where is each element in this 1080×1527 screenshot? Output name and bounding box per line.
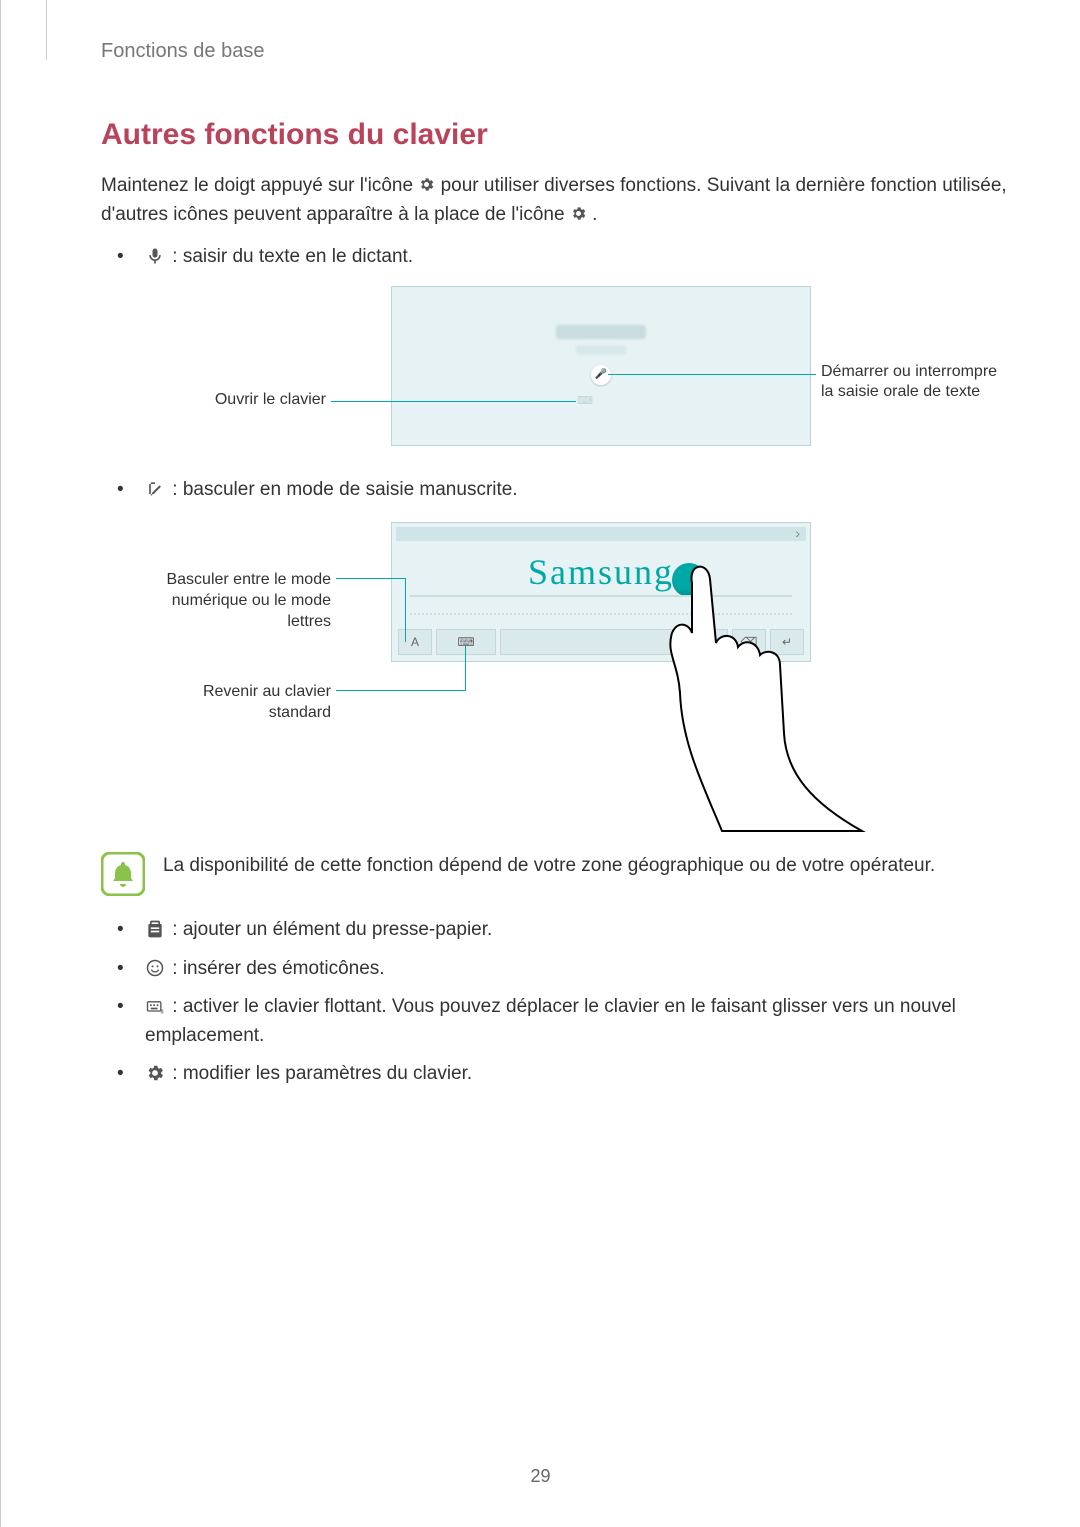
bullet-clip-text: : ajouter un élément du presse-papier. xyxy=(167,919,492,940)
page-number: 29 xyxy=(1,1466,1080,1487)
bullet-settings: : modifier les paramètres du clavier. xyxy=(111,1060,1010,1089)
note-text: La disponibilité de cette fonction dépen… xyxy=(163,852,935,881)
callout-return-keyboard: Revenir au clavier standard xyxy=(171,682,331,724)
keyboard-return-icon: ⌨ xyxy=(436,629,496,655)
bullet-handwriting: : basculer en mode de saisie manuscrite. xyxy=(111,476,1010,505)
bullet-emoji-text: : insérer des émoticônes. xyxy=(167,958,385,979)
keyboard-toggle-icon: ⌨ xyxy=(577,394,593,407)
microphone-icon xyxy=(145,246,165,266)
intro-part1: Maintenez le doigt appuyé sur l'icône xyxy=(101,175,418,196)
callout-mode-toggle: Basculer entre le mode numérique ou le m… xyxy=(131,570,331,632)
bullet-pen-text: : basculer en mode de saisie manuscrite. xyxy=(167,479,518,500)
intro-text: Maintenez le doigt appuyé sur l'icône po… xyxy=(101,172,1010,229)
handwriting-keyboard-mock: Samsung A ⌨ ⌫ ↵ xyxy=(391,522,811,662)
touch-indicator-icon xyxy=(672,563,706,597)
bullet-clipboard: : ajouter un élément du presse-papier. xyxy=(111,916,1010,945)
mode-toggle-icon: A xyxy=(398,629,432,655)
emoji-icon xyxy=(145,958,165,978)
bullet-mic-text: : saisir du texte en le dictant. xyxy=(167,246,413,267)
callout-start-stop: Démarrer ou interrompre la saisie orale … xyxy=(821,362,1001,404)
bell-icon xyxy=(101,852,145,896)
gear-icon xyxy=(570,203,587,220)
handwriting-sample: Samsung xyxy=(392,551,810,593)
gear-icon xyxy=(145,1063,165,1083)
breadcrumb: Fonctions de base xyxy=(101,40,1010,63)
enter-icon: ↵ xyxy=(770,629,804,655)
bullet-floating: : activer le clavier flottant. Vous pouv… xyxy=(111,993,1010,1050)
handwriting-icon xyxy=(145,479,165,499)
bullet-mic: : saisir du texte en le dictant. xyxy=(111,243,1010,272)
mic-button-icon: 🎤 xyxy=(591,365,611,385)
figure-voice-input: 🎤 ⌨ Ouvrir le clavier Démarrer ou interr… xyxy=(191,286,1011,456)
figure-handwriting: Samsung A ⌨ ⌫ ↵ Basculer entre le mode n… xyxy=(191,522,1011,822)
backspace-icon: ⌫ xyxy=(732,629,766,655)
bullet-float-text: : activer le clavier flottant. Vous pouv… xyxy=(145,996,956,1046)
floating-keyboard-icon xyxy=(145,996,165,1016)
note-box: La disponibilité de cette fonction dépen… xyxy=(101,852,1010,896)
callout-open-keyboard: Ouvrir le clavier xyxy=(136,390,326,411)
bullet-gear-text: : modifier les paramètres du clavier. xyxy=(167,1063,472,1084)
voice-keyboard-mock: 🎤 ⌨ xyxy=(391,286,811,446)
clipboard-icon xyxy=(145,919,165,939)
gear-icon xyxy=(418,174,435,191)
intro-part3: . xyxy=(592,204,597,225)
page-title: Autres fonctions du clavier xyxy=(101,118,1010,152)
bullet-emoji: : insérer des émoticônes. xyxy=(111,955,1010,984)
